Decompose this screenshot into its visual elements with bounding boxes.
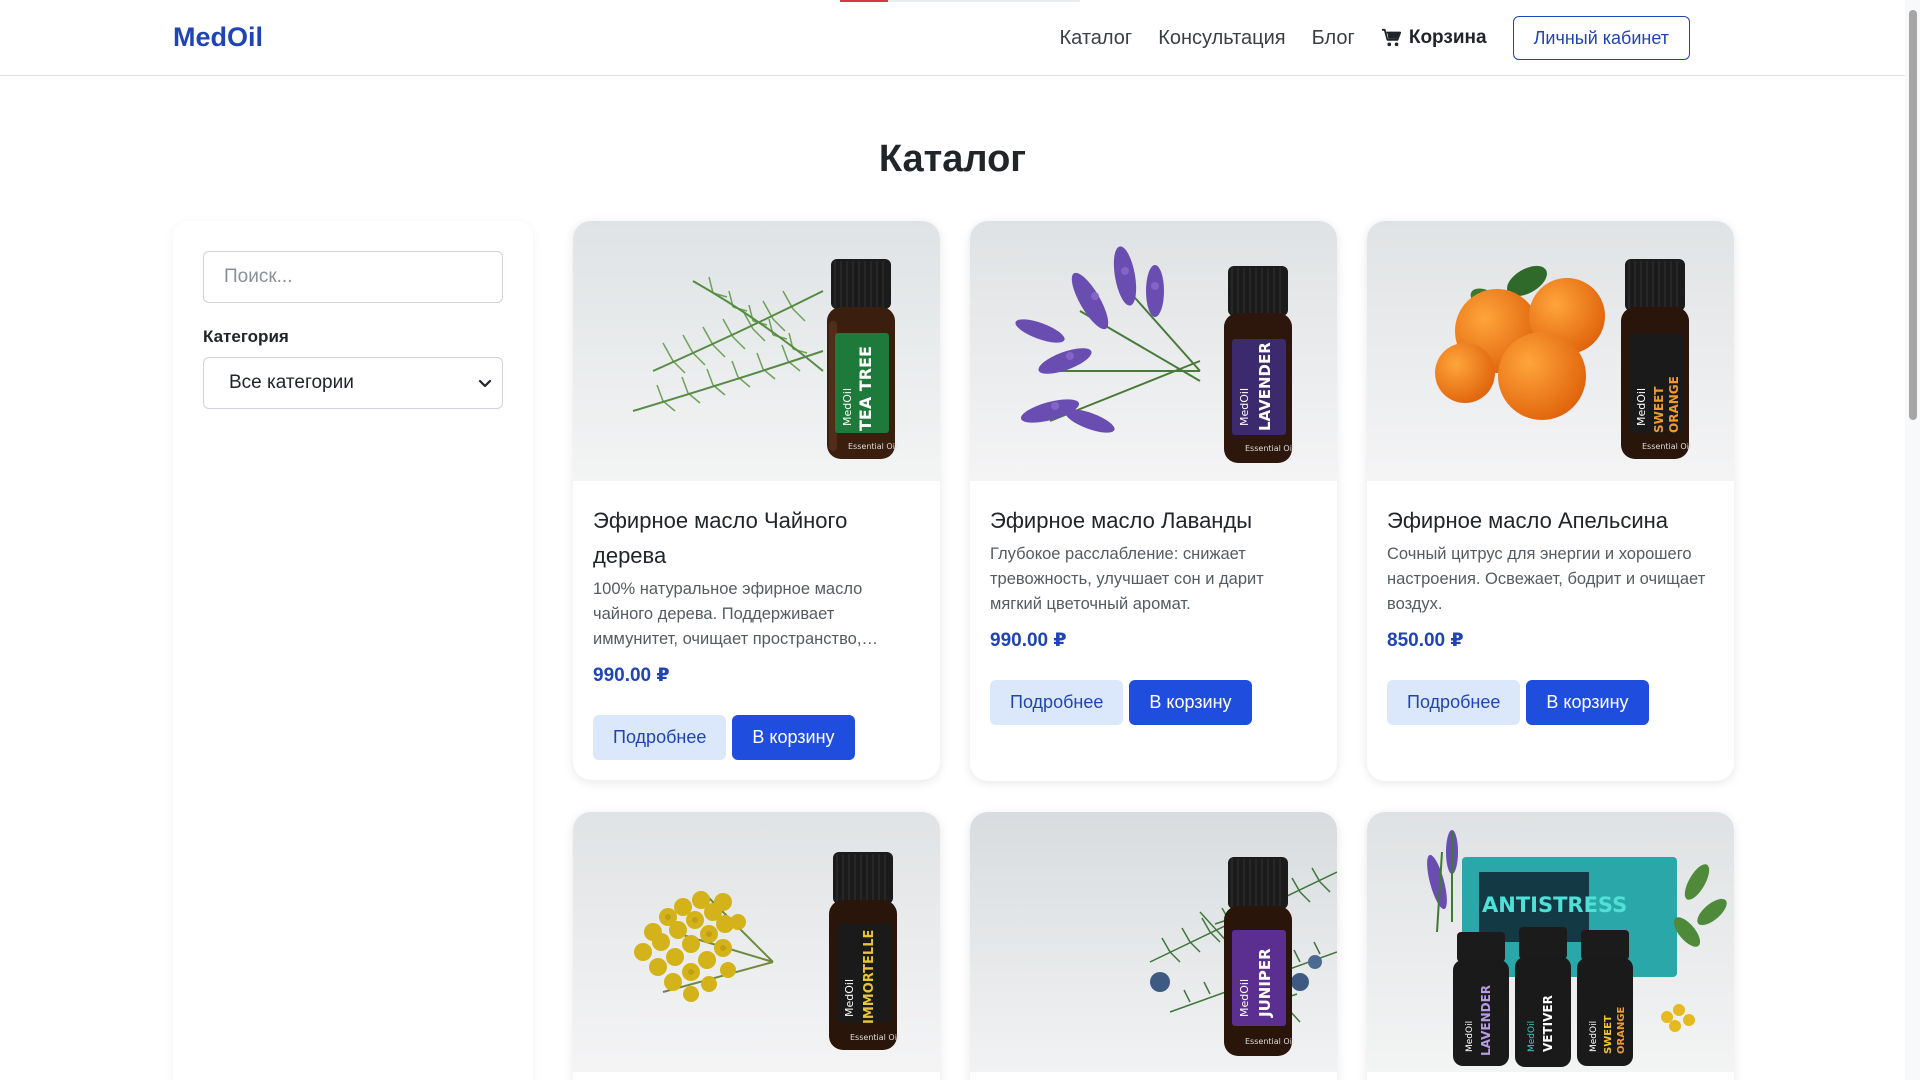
- top-loading-bar: [840, 0, 1080, 2]
- product-image-orange[interactable]: MedOil SWEET ORANGE Essential Oil: [1367, 221, 1734, 481]
- scrollbar-thumb[interactable]: [1909, 10, 1917, 420]
- nav-link-catalog[interactable]: Каталог: [1059, 27, 1132, 50]
- svg-text:JUNIPER: JUNIPER: [1256, 948, 1274, 1018]
- product-price: 850.00 ₽: [1387, 630, 1464, 651]
- product-card: MedOil LAVENDER Essential Oil Эфирное ма…: [970, 221, 1337, 781]
- product-title[interactable]: Эфирное масло Лаванды: [990, 503, 1317, 538]
- svg-text:Essential Oil: Essential Oil: [1245, 1037, 1294, 1046]
- nav-cart-label: Корзина: [1408, 27, 1487, 48]
- page-title: Каталог: [878, 138, 1027, 180]
- svg-text:MedOil: MedOil: [841, 388, 854, 426]
- product-image-immortelle[interactable]: MedOil IMMORTELLE Essential Oil: [573, 812, 940, 1072]
- account-button[interactable]: Личный кабинет: [1512, 16, 1690, 60]
- svg-text:Essential Oil: Essential Oil: [848, 442, 897, 451]
- svg-text:TEA TREE: TEA TREE: [856, 346, 875, 431]
- nav-cart-link[interactable]: Корзина: [1381, 27, 1487, 49]
- search-input[interactable]: [203, 251, 503, 303]
- add-to-cart-button[interactable]: В корзину: [1129, 680, 1252, 725]
- details-button[interactable]: Подробнее: [1387, 680, 1521, 725]
- svg-text:Essential Oil: Essential Oil: [850, 1033, 899, 1042]
- product-title[interactable]: Эфирное масло Чайного дерева: [593, 503, 920, 573]
- svg-text:SWEET: SWEET: [1652, 386, 1666, 433]
- product-description: 100% натуральное эфирное масло чайного д…: [593, 580, 863, 648]
- details-button[interactable]: Подробнее: [593, 715, 727, 760]
- svg-text:VETIVER: VETIVER: [1541, 995, 1555, 1052]
- product-card: MedOil JUNIPER Essential Oil: [970, 812, 1337, 1080]
- nav-link-blog[interactable]: Блог: [1312, 27, 1355, 50]
- svg-text:ORANGE: ORANGE: [1667, 376, 1681, 433]
- filter-sidebar: Категория Все категории: [173, 221, 533, 1080]
- svg-text:LAVENDER: LAVENDER: [1479, 985, 1493, 1056]
- product-card: MedOil IMMORTELLE Essential Oil: [573, 812, 940, 1080]
- svg-text:SWEET: SWEET: [1603, 1015, 1614, 1054]
- chevron-down-icon: [478, 379, 492, 388]
- add-to-cart-button[interactable]: В корзину: [732, 715, 855, 760]
- svg-text:MedOil: MedOil: [1589, 1021, 1599, 1052]
- svg-text:MedOil: MedOil: [1527, 1021, 1537, 1052]
- product-image-lavender[interactable]: MedOil LAVENDER Essential Oil: [970, 221, 1337, 481]
- details-button[interactable]: Подробнее: [990, 680, 1124, 725]
- product-card: MedOil SWEET ORANGE Essential Oil Эфирно…: [1367, 221, 1734, 781]
- svg-text:LAVENDER: LAVENDER: [1256, 342, 1274, 431]
- page-scrollbar[interactable]: [1905, 0, 1920, 1080]
- svg-text:MedOil: MedOil: [1635, 388, 1648, 426]
- svg-text:MedOil: MedOil: [843, 979, 856, 1017]
- product-image-juniper[interactable]: MedOil JUNIPER Essential Oil: [970, 812, 1337, 1072]
- svg-text:ORANGE: ORANGE: [1616, 1006, 1627, 1054]
- svg-text:IMMORTELLE: IMMORTELLE: [862, 930, 877, 1024]
- svg-text:ANTISTRESS: ANTISTRESS: [1482, 893, 1627, 917]
- svg-text:Essential Oil: Essential Oil: [1642, 442, 1691, 451]
- svg-text:MedOil: MedOil: [1238, 979, 1251, 1017]
- category-select[interactable]: Все категории: [203, 357, 503, 409]
- product-title[interactable]: Эфирное масло Апельсина: [1387, 503, 1714, 538]
- product-description: Сочный цитрус для энергии и хорошего нас…: [1387, 545, 1706, 613]
- main-nav: Каталог Консультация Блог Корзина Личный…: [1033, 16, 1690, 60]
- svg-text:Essential Oil: Essential Oil: [1245, 444, 1294, 453]
- loading-bar-fill: [840, 0, 888, 2]
- category-label: Категория: [203, 327, 289, 346]
- product-image-tea-tree[interactable]: MedOil TEA TREE Essential Oil: [573, 221, 940, 481]
- product-image-antistress-set[interactable]: ANTISTRESS MedOil LAVENDER MedOil VETIVE…: [1367, 812, 1734, 1072]
- category-select-value: Все категории: [229, 372, 354, 393]
- product-price: 990.00 ₽: [593, 665, 670, 686]
- product-card: MedOil TEA TREE Essential Oil Эфирное ма…: [573, 221, 940, 780]
- brand-logo[interactable]: MedOil: [173, 22, 263, 53]
- add-to-cart-button[interactable]: В корзину: [1526, 680, 1649, 725]
- product-description: Глубокое расслабление: снижает тревожнос…: [990, 545, 1264, 613]
- site-header: MedOil Каталог Консультация Блог Корзина…: [0, 0, 1905, 76]
- svg-text:MedOil: MedOil: [1238, 388, 1251, 426]
- svg-text:MedOil: MedOil: [1465, 1021, 1475, 1052]
- shopping-cart-icon: [1381, 28, 1401, 47]
- product-price: 990.00 ₽: [990, 630, 1067, 651]
- product-card: ANTISTRESS MedOil LAVENDER MedOil VETIVE…: [1367, 812, 1734, 1080]
- nav-link-consultation[interactable]: Консультация: [1158, 27, 1285, 50]
